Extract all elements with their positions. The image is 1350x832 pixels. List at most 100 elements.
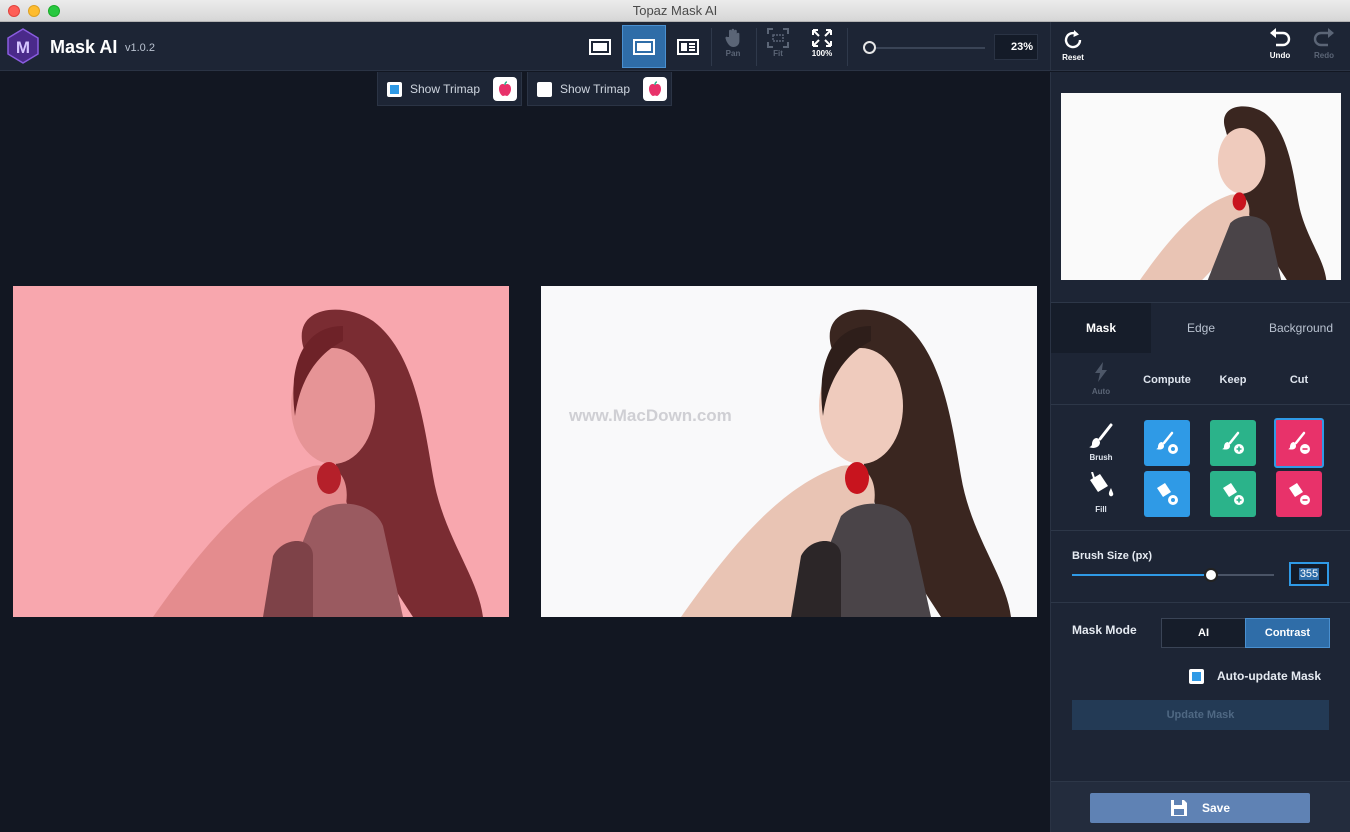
brush-plus-icon [1222, 431, 1244, 454]
fit-label: Fit [773, 49, 783, 58]
single-view-button[interactable] [578, 25, 622, 68]
compute-fill-button[interactable] [1144, 471, 1190, 517]
apple-icon [649, 81, 661, 96]
floppy-disk-icon [1170, 800, 1187, 816]
show-trimap-checkbox[interactable] [387, 82, 402, 97]
expand-arrows-icon [812, 29, 832, 47]
split-view-button[interactable] [622, 25, 666, 68]
mask-mode-label: Mask Mode [1072, 623, 1137, 637]
side-panel: Mask Edge Background Auto Compute Keep C… [1050, 72, 1350, 832]
paintbrush-icon [1089, 423, 1113, 448]
reset-button[interactable]: Reset [1053, 26, 1093, 68]
save-label: Save [1201, 801, 1231, 815]
navigator-preview[interactable] [1061, 93, 1341, 280]
keep-brush-button[interactable] [1210, 420, 1256, 466]
bucket-minus-icon [1289, 483, 1310, 505]
tab-background[interactable]: Background [1251, 303, 1350, 353]
preview-thumbnail [1061, 93, 1341, 280]
actual-size-label: 100% [811, 49, 833, 58]
undo-icon [1270, 28, 1291, 47]
app-name: Mask AI [50, 37, 118, 57]
show-trimap-label: Show Trimap [410, 82, 481, 96]
zoom-slider-handle[interactable] [863, 41, 876, 54]
watermark-text: www.MacDown.com [569, 406, 732, 425]
hand-icon [725, 28, 740, 47]
fill-row-icon [1086, 471, 1116, 509]
auto-button[interactable]: Auto [1085, 362, 1117, 396]
cut-brush-button[interactable] [1274, 418, 1324, 468]
trimap-toggle-left: Show Trimap [377, 72, 522, 106]
pan-label: Pan [725, 49, 741, 58]
app-version: v1.0.2 [125, 42, 155, 54]
bucket-plus-icon [1223, 483, 1244, 505]
minimize-window-button[interactable] [28, 5, 40, 17]
undo-label: Undo [1269, 51, 1291, 60]
zoom-value-field[interactable]: 23% [994, 34, 1038, 60]
portrait-photo [541, 286, 1037, 617]
tab-edge[interactable]: Edge [1151, 303, 1251, 353]
window-title: Topaz Mask AI [632, 3, 718, 18]
auto-label: Auto [1091, 387, 1111, 396]
pan-tool-button[interactable]: Pan [713, 26, 753, 68]
window-titlebar: Topaz Mask AI [0, 0, 1350, 22]
mask-mode-contrast[interactable]: Contrast [1245, 618, 1330, 648]
trimap-toggle-right: Show Trimap [527, 72, 672, 106]
paint-bucket-icon [1090, 471, 1114, 497]
fit-button[interactable]: Fit [758, 26, 798, 68]
trimap-color-swatch[interactable] [493, 77, 517, 101]
brush-size-fill [1072, 574, 1211, 576]
reset-icon [1064, 30, 1082, 49]
cut-column-label: Cut [1289, 374, 1309, 386]
list-view-button[interactable] [666, 25, 710, 68]
save-button[interactable]: Save [1090, 793, 1310, 823]
redo-button[interactable]: Redo [1304, 26, 1344, 68]
portrait-photo-masked [13, 286, 509, 617]
redo-label: Redo [1314, 51, 1334, 60]
brush-gear-icon [1156, 431, 1178, 454]
fill-label: Fill [1095, 505, 1107, 514]
brush-minus-icon [1288, 431, 1310, 454]
save-bar: Save [1051, 781, 1350, 832]
list-view-icon [677, 38, 699, 55]
brush-size-label: Brush Size (px) [1072, 550, 1153, 562]
reset-label: Reset [1062, 53, 1084, 62]
brush-row-icon [1086, 422, 1116, 457]
svg-text:M: M [16, 38, 30, 57]
compute-brush-button[interactable] [1144, 420, 1190, 466]
app-logo-icon: M [7, 28, 39, 64]
bucket-gear-icon [1157, 483, 1178, 505]
redo-icon [1313, 28, 1334, 47]
trimap-color-swatch[interactable] [643, 77, 667, 101]
auto-update-checkbox[interactable] [1189, 669, 1204, 684]
auto-update-label: Auto-update Mask [1217, 669, 1322, 683]
show-trimap-checkbox[interactable] [537, 82, 552, 97]
keep-fill-button[interactable] [1210, 471, 1256, 517]
update-mask-button[interactable]: Update Mask [1072, 700, 1329, 730]
brush-size-input[interactable]: 355 [1289, 562, 1329, 586]
image-canvas[interactable]: Show Trimap Show Trimap www.MacDown.com [0, 72, 1050, 832]
cut-fill-button[interactable] [1276, 471, 1322, 517]
lightning-icon [1095, 362, 1107, 382]
mask-overlay-image[interactable] [13, 286, 509, 617]
keep-column-label: Keep [1219, 374, 1247, 386]
undo-button[interactable]: Undo [1260, 26, 1300, 68]
actual-size-button[interactable]: 100% [802, 26, 842, 68]
fit-screen-icon [767, 28, 789, 48]
close-window-button[interactable] [8, 5, 20, 17]
single-view-icon [589, 38, 611, 55]
compute-column-label: Compute [1143, 374, 1191, 386]
brush-size-value: 355 [1298, 568, 1320, 580]
history-toolbar: Reset Undo Redo [1050, 22, 1350, 71]
split-view-icon [633, 38, 655, 55]
zoom-window-button[interactable] [48, 5, 60, 17]
brush-size-handle[interactable] [1204, 568, 1218, 582]
apple-icon [499, 81, 511, 96]
panel-tabs: Mask Edge Background [1051, 303, 1350, 353]
tab-mask[interactable]: Mask [1051, 303, 1151, 353]
main-toolbar: M Mask AI v1.0.2 Pan Fit 100% 23% [0, 22, 1050, 71]
mask-mode-ai[interactable]: AI [1161, 618, 1246, 648]
brush-label: Brush [1089, 453, 1113, 462]
show-trimap-label: Show Trimap [560, 82, 631, 96]
original-image[interactable]: www.MacDown.com [541, 286, 1037, 617]
zoom-slider-track[interactable] [865, 47, 985, 49]
